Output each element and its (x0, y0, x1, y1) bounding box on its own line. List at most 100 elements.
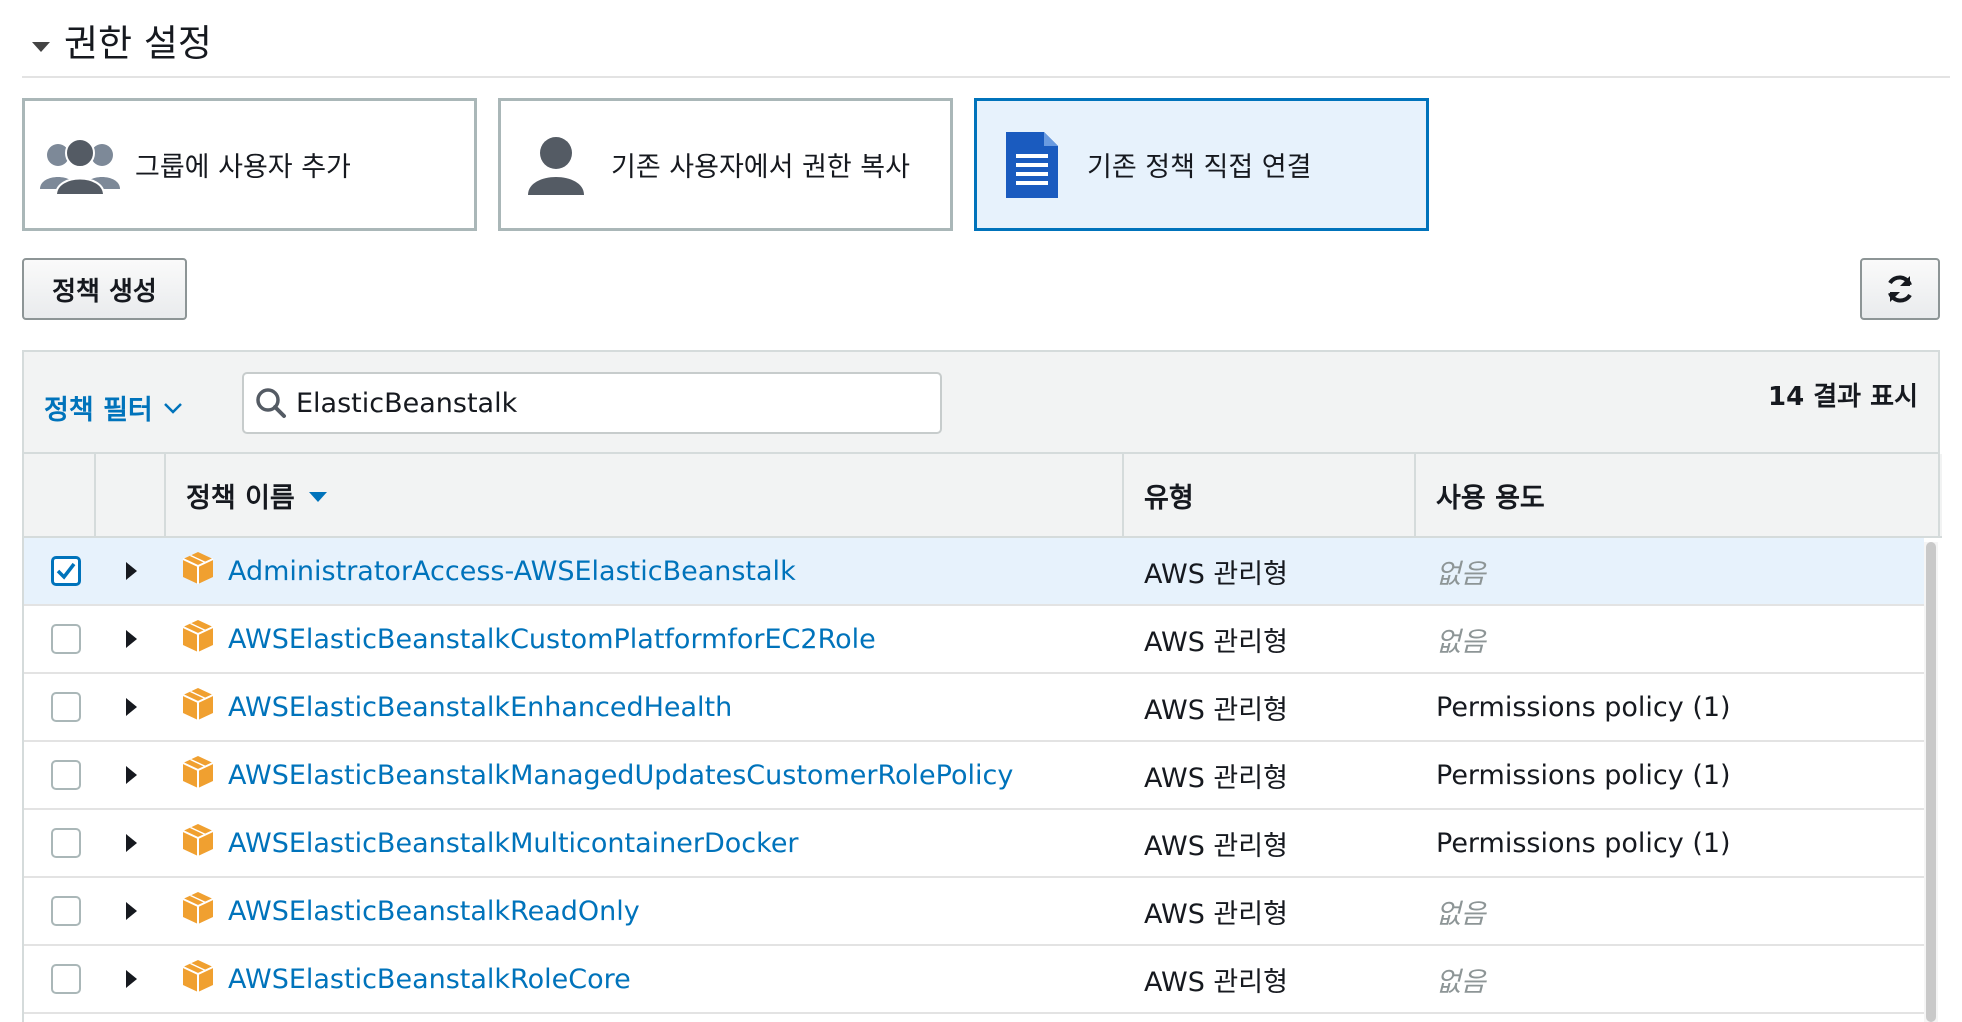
table-row[interactable]: AWSElasticBeanstalkReadOnly AWS 관리형 없음 (24, 878, 1924, 946)
policy-box-icon (182, 688, 214, 720)
header-expand-cell (96, 454, 166, 536)
policy-usage: Permissions policy (1) (1436, 691, 1731, 723)
search-icon (256, 388, 286, 418)
row-checkbox[interactable] (51, 556, 81, 586)
create-policy-button[interactable]: 정책 생성 (22, 258, 187, 320)
scrollbar[interactable] (1924, 542, 1938, 1022)
policy-box-icon (182, 892, 214, 924)
usage-cell: Permissions policy (1) (1416, 692, 1922, 723)
header-policy-name[interactable]: 정책 이름 (166, 454, 1124, 536)
policy-type: AWS 관리형 (1144, 626, 1288, 658)
policy-filter-dropdown[interactable]: 정책 필터 (44, 388, 183, 427)
section-header[interactable]: 권한 설정 (22, 18, 1950, 78)
type-cell: AWS 관리형 (1124, 960, 1416, 999)
collapse-caret-icon[interactable] (32, 42, 50, 52)
permission-options: 그룹에 사용자 추가 기존 사용자에서 권한 복사 기존 정책 직접 연결 (22, 98, 1429, 231)
policy-name-link[interactable]: AWSElasticBeanstalkEnhancedHealth (228, 692, 732, 723)
sort-caret-icon[interactable] (308, 492, 327, 502)
expand-caret-icon[interactable] (125, 766, 137, 784)
select-cell (24, 556, 96, 586)
policy-type: AWS 관리형 (1144, 694, 1288, 726)
table-row[interactable]: AWSElasticBeanstalkCustomPlatformforEC2R… (24, 606, 1924, 674)
header-type[interactable]: 유형 (1124, 454, 1416, 536)
scrollbar-thumb[interactable] (1926, 542, 1936, 1022)
policy-name-link[interactable]: AdministratorAccess-AWSElasticBeanstalk (228, 556, 796, 587)
usage-cell: 없음 (1416, 960, 1922, 999)
policy-usage: Permissions policy (1) (1436, 759, 1731, 791)
permissions-page: 권한 설정 그룹에 사용자 추가 기존 사용자에서 권한 복사 기존 정책 직접… (0, 0, 1962, 1022)
table-row[interactable]: AWSElasticBeanstalkManagedUpdatesCustome… (24, 742, 1924, 810)
section-title: 권한 설정 (64, 22, 212, 65)
search-input[interactable] (294, 386, 898, 420)
select-cell (24, 828, 96, 858)
header-select-cell (24, 454, 96, 536)
select-cell (24, 760, 96, 790)
header-usage[interactable]: 사용 용도 (1416, 454, 1940, 536)
table-body: AdministratorAccess-AWSElasticBeanstalk … (24, 538, 1942, 1014)
policy-type: AWS 관리형 (1144, 830, 1288, 862)
row-checkbox[interactable] (51, 828, 81, 858)
expand-caret-icon[interactable] (125, 562, 137, 580)
policy-name-cell: AWSElasticBeanstalkReadOnly (166, 892, 1124, 927)
tile-label: 기존 정책 직접 연결 (1087, 152, 1312, 183)
row-checkbox[interactable] (51, 692, 81, 722)
select-cell (24, 624, 96, 654)
type-cell: AWS 관리형 (1124, 824, 1416, 863)
usage-cell: Permissions policy (1) (1416, 828, 1922, 859)
expand-cell (96, 698, 166, 716)
policy-box-icon (182, 620, 214, 652)
filter-bar: 정책 필터 14 결과 표시 (22, 350, 1940, 454)
policy-name-cell: AdministratorAccess-AWSElasticBeanstalk (166, 552, 1124, 587)
usage-cell: 없음 (1416, 552, 1922, 591)
checkmark-icon (56, 562, 76, 580)
policy-type: AWS 관리형 (1144, 966, 1288, 998)
expand-cell (96, 834, 166, 852)
type-cell: AWS 관리형 (1124, 892, 1416, 931)
header-type-label: 유형 (1144, 482, 1194, 514)
group-icon (25, 130, 135, 200)
policy-type: AWS 관리형 (1144, 558, 1288, 590)
result-count: 14 결과 표시 (1768, 382, 1918, 412)
policy-name-link[interactable]: AWSElasticBeanstalkRoleCore (228, 964, 631, 995)
table-row[interactable]: AdministratorAccess-AWSElasticBeanstalk … (24, 538, 1924, 606)
expand-cell (96, 902, 166, 920)
header-usage-label: 사용 용도 (1436, 482, 1545, 514)
type-cell: AWS 관리형 (1124, 552, 1416, 591)
row-checkbox[interactable] (51, 624, 81, 654)
expand-caret-icon[interactable] (125, 970, 137, 988)
tile-add-to-group[interactable]: 그룹에 사용자 추가 (22, 98, 477, 231)
usage-cell: 없음 (1416, 620, 1922, 659)
refresh-button[interactable] (1860, 258, 1940, 320)
tile-attach-existing-policies[interactable]: 기존 정책 직접 연결 (974, 98, 1429, 231)
table-row[interactable]: AWSElasticBeanstalkEnhancedHealth AWS 관리… (24, 674, 1924, 742)
row-checkbox[interactable] (51, 760, 81, 790)
select-cell (24, 896, 96, 926)
row-checkbox[interactable] (51, 896, 81, 926)
search-box[interactable] (242, 372, 942, 434)
policy-name-link[interactable]: AWSElasticBeanstalkReadOnly (228, 896, 640, 927)
select-cell (24, 964, 96, 994)
table-row[interactable]: AWSElasticBeanstalkMulticontainerDocker … (24, 810, 1924, 878)
expand-caret-icon[interactable] (125, 834, 137, 852)
policy-table: 정책 이름 유형 사용 용도 AdministratorAccess-AWSEl… (22, 454, 1942, 1022)
type-cell: AWS 관리형 (1124, 620, 1416, 659)
refresh-icon (1888, 275, 1912, 303)
document-icon (977, 130, 1087, 200)
policy-name-link[interactable]: AWSElasticBeanstalkCustomPlatformforEC2R… (228, 624, 876, 655)
policy-box-icon (182, 756, 214, 788)
policy-filter-label: 정책 필터 (44, 395, 153, 426)
expand-caret-icon[interactable] (125, 902, 137, 920)
expand-cell (96, 630, 166, 648)
policy-name-link[interactable]: AWSElasticBeanstalkManagedUpdatesCustome… (228, 760, 1013, 791)
policy-usage: 없음 (1436, 626, 1486, 658)
policy-name-link[interactable]: AWSElasticBeanstalkMulticontainerDocker (228, 828, 799, 859)
expand-cell (96, 970, 166, 988)
row-checkbox[interactable] (51, 964, 81, 994)
expand-caret-icon[interactable] (125, 630, 137, 648)
header-policy-name-label: 정책 이름 (186, 482, 295, 514)
tile-copy-permissions[interactable]: 기존 사용자에서 권한 복사 (498, 98, 953, 231)
policy-box-icon (182, 960, 214, 992)
expand-caret-icon[interactable] (125, 698, 137, 716)
select-cell (24, 692, 96, 722)
table-row[interactable]: AWSElasticBeanstalkRoleCore AWS 관리형 없음 (24, 946, 1924, 1014)
